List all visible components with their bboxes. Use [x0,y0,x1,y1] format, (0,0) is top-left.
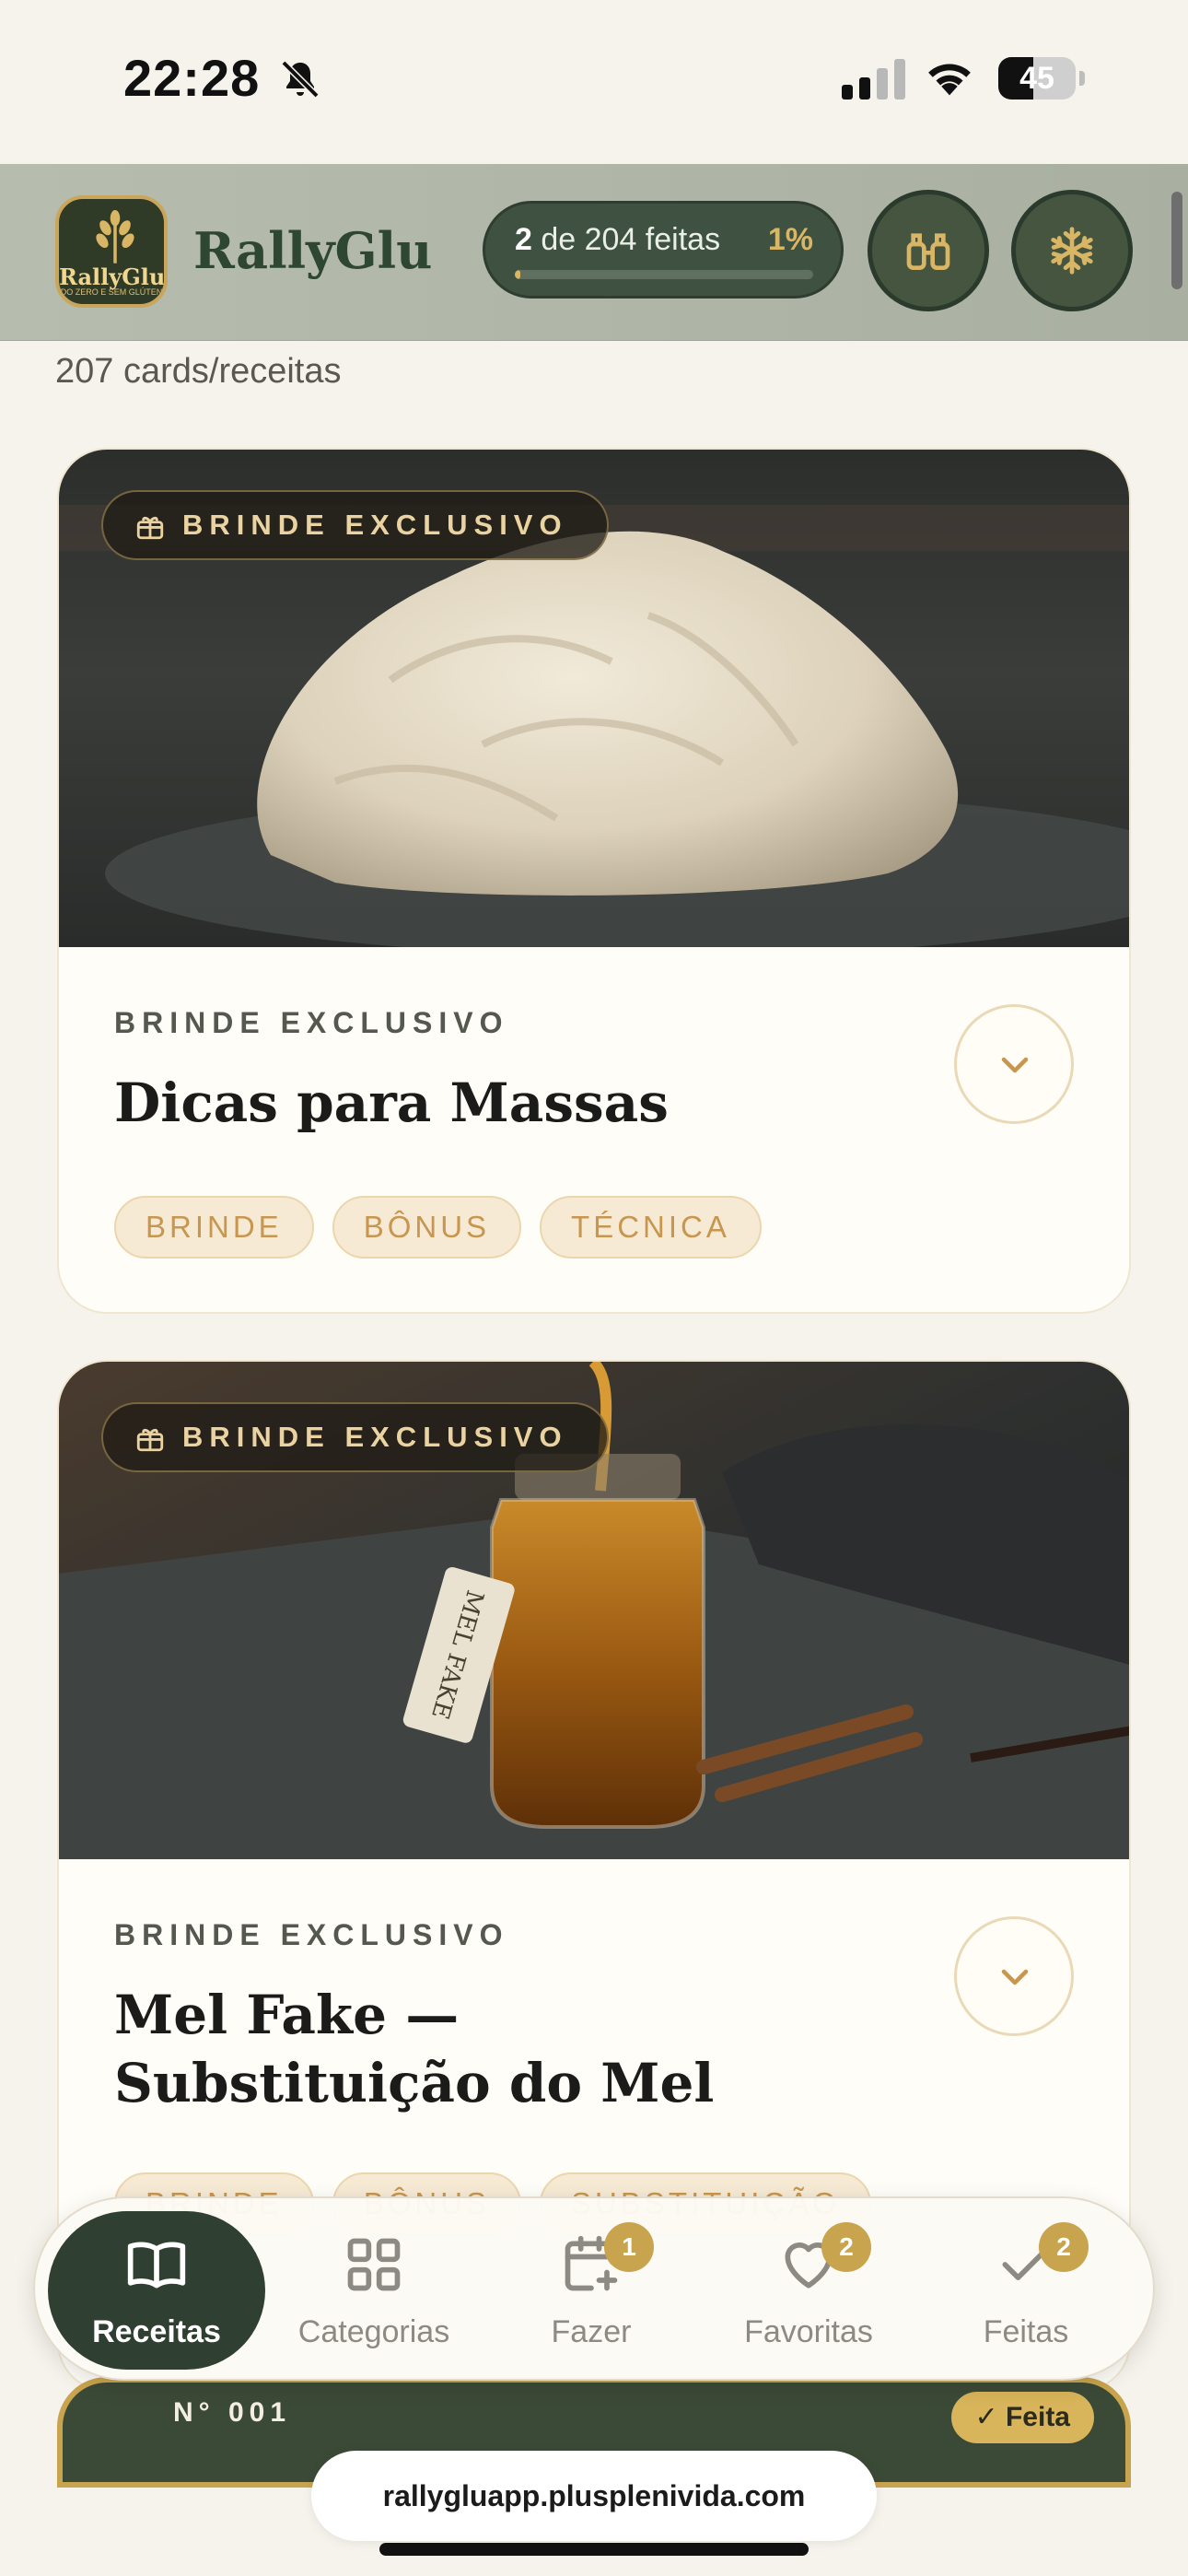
recipe-number: N° 001 [173,2397,292,2428]
nav-label: Favoritas [744,2314,873,2349]
tag-list: BRINDE BÔNUS TÉCNICA [114,1196,762,1259]
expand-button[interactable] [954,1916,1074,2036]
wifi-icon [928,64,971,96]
chevron-down-icon [1001,1057,1029,1073]
home-indicator[interactable] [379,2543,809,2556]
nav-label: Feitas [983,2314,1069,2349]
progress-pill[interactable]: 2 de 204 feitas 1% [483,201,844,299]
wheat-icon [96,210,134,263]
browser-url-bar[interactable]: rallygluapp.plusplenivida.com [311,2451,877,2541]
nav-tab-receitas[interactable]: Receitas [48,2211,265,2370]
battery-icon: 45 [998,57,1085,100]
snowflake-button[interactable] [1011,190,1133,311]
scroll-indicator[interactable] [1171,192,1182,289]
book-icon [127,2242,186,2289]
nav-tab-feitas[interactable]: 2 Feitas [917,2211,1135,2370]
chevron-down-icon [1001,1969,1029,1985]
progress-percent: 1% [767,222,813,257]
status-time: 22:28 [123,49,261,107]
nav-tab-fazer[interactable]: 1 Fazer [483,2211,700,2370]
snowflake-icon [1051,227,1093,275]
done-badge: ✓ Feita [950,2392,1094,2443]
gift-icon [136,516,164,540]
app-logo[interactable]: RallyGlu DO ZERO E SEM GLÚTEN [55,195,168,308]
binoculars-button[interactable] [868,190,989,311]
card-eyebrow: BRINDE EXCLUSIVO [114,1918,509,1951]
nav-badge: 1 [604,2222,654,2272]
bell-off-icon [281,60,320,99]
app-header: RallyGlu DO ZERO E SEM GLÚTEN RallyGlu 2… [0,164,1188,341]
logo-text: RallyGlu [59,263,166,290]
battery-level: 45 [1019,61,1054,96]
grid-icon [347,2238,401,2291]
binoculars-icon [906,233,950,270]
tag[interactable]: BÔNUS [332,1196,522,1259]
gift-icon [136,1428,164,1452]
card-eyebrow: BRINDE EXCLUSIVO [114,1006,509,1039]
tag[interactable]: TÉCNICA [540,1196,762,1259]
recipe-count: 207 cards/receitas [55,352,342,391]
recipe-card[interactable]: BRINDE EXCLUSIVO BRINDE EXCLUSIVO Dicas … [57,448,1131,1314]
exclusive-gift-badge: BRINDE EXCLUSIVO [101,490,609,560]
nav-badge: 2 [821,2222,871,2272]
status-bar: 22:28 45 [0,0,1188,164]
brand-name: RallyGlu [193,221,433,280]
nav-tab-favoritas[interactable]: 2 Favoritas [700,2211,917,2370]
cellular-signal-icon [842,59,905,100]
bottom-nav: Receitas Categorias 1 Fazer 2 Favoritas … [33,2196,1155,2381]
progress-bar-fill [515,270,521,279]
nav-label: Fazer [551,2314,632,2349]
exclusive-gift-badge: BRINDE EXCLUSIVO [101,1402,609,1472]
nav-badge: 2 [1039,2222,1089,2272]
nav-label: Categorias [297,2314,450,2349]
progress-text: 2 de 204 feitas [515,222,721,257]
nav-label: Receitas [92,2314,221,2349]
nav-tab-categorias[interactable]: Categorias [265,2211,483,2370]
logo-subtext: DO ZERO E SEM GLÚTEN [60,287,163,297]
card-title: Mel Fake — Substituição do Mel [114,1984,715,2114]
expand-button[interactable] [954,1004,1074,1124]
tag[interactable]: BRINDE [114,1196,314,1259]
card-title: Dicas para Massas [114,1071,669,1134]
progress-bar [515,270,813,279]
